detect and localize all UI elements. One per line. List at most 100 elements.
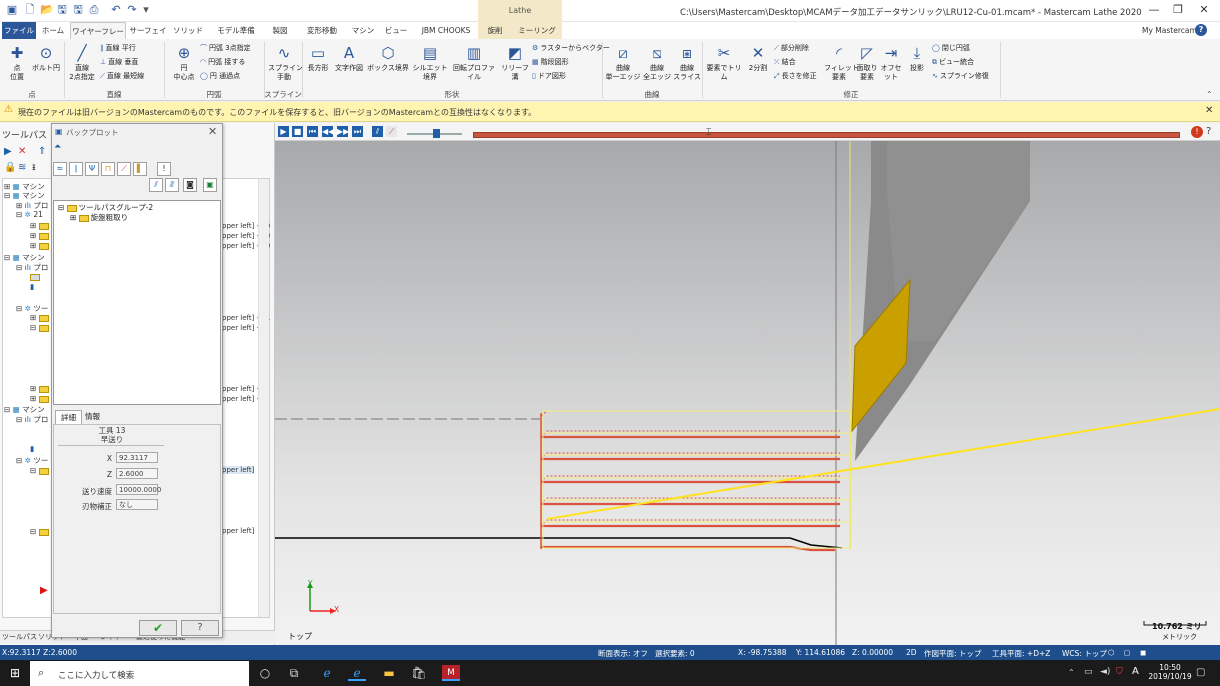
- post-icon[interactable]: ᵻ: [32, 162, 36, 173]
- line-parallel-button[interactable]: ∥ 直線 平行: [100, 43, 136, 53]
- ribbon-collapse-icon[interactable]: ⌃: [1206, 90, 1213, 99]
- mastercam-taskbar-icon[interactable]: M: [442, 665, 460, 681]
- task-view-icon[interactable]: ⧉: [285, 665, 303, 681]
- status-section-view[interactable]: 断面表示: オフ: [598, 648, 648, 659]
- lock-icon[interactable]: 🔒: [4, 162, 16, 173]
- edge-icon[interactable]: ℯ: [318, 665, 336, 681]
- deselect-icon[interactable]: ✕: [18, 146, 26, 157]
- restore-icon[interactable]: ❐: [1166, 2, 1190, 18]
- tree-item-op[interactable]: ⊟: [30, 323, 51, 332]
- status-wire-icon[interactable]: ◻: [1124, 648, 1130, 657]
- stop-icon[interactable]: ■: [292, 126, 303, 137]
- circle-edge-button[interactable]: ◯ 円 通過点: [200, 71, 240, 81]
- bounding-box-button[interactable]: ⬡ ボックス境界: [366, 44, 410, 73]
- tab-model-prep[interactable]: モデル準備: [210, 22, 262, 39]
- graphics-viewport[interactable]: [275, 141, 1220, 645]
- view-merge-button[interactable]: ⧉ ビュー統合: [932, 57, 974, 67]
- partial-delete-button[interactable]: ⟋ 部分削除: [774, 43, 809, 53]
- tab-machine[interactable]: マシン: [348, 22, 378, 39]
- spline-manual-button[interactable]: ∿ スプライン 手動: [268, 44, 303, 82]
- play-icon[interactable]: ▶: [278, 126, 289, 137]
- save-geometry-icon[interactable]: ▣: [203, 178, 217, 192]
- stop-alert-icon[interactable]: !: [1191, 126, 1203, 138]
- divide-two-button[interactable]: ✕ 2分割: [744, 44, 772, 73]
- regenerate-icon[interactable]: ⇑: [38, 146, 46, 157]
- tree-item-file[interactable]: [30, 272, 42, 281]
- text-button[interactable]: A 文字作図: [332, 44, 366, 73]
- cortana-icon[interactable]: ○: [256, 665, 274, 681]
- help-button[interactable]: ?: [181, 620, 219, 636]
- redo-icon[interactable]: ↷: [126, 4, 138, 16]
- tree-item-op[interactable]: ⊟: [30, 527, 51, 536]
- tree-item-op[interactable]: ⊞: [30, 221, 51, 230]
- curve-slice-button[interactable]: ⧆ 曲線 スライス: [672, 44, 702, 82]
- tab-view[interactable]: ビュー: [380, 22, 412, 39]
- dialog-close-icon[interactable]: ✕: [208, 125, 217, 138]
- rectangle-button[interactable]: ▭ 長方形: [304, 44, 332, 73]
- tab-milling[interactable]: ミーリング: [512, 22, 562, 39]
- save-icon[interactable]: 🖫: [56, 4, 68, 16]
- tray-security-icon[interactable]: ⛉: [1116, 667, 1123, 677]
- display-stock-icon[interactable]: ▌: [133, 162, 147, 176]
- playback-progress-track[interactable]: [473, 132, 1180, 138]
- tab-turning[interactable]: 旋削: [478, 22, 512, 39]
- taskbar-clock[interactable]: 10:50 2019/10/19: [1148, 663, 1192, 681]
- tree-item-op[interactable]: ⊞: [30, 384, 51, 393]
- tab-details[interactable]: 詳細: [55, 410, 82, 424]
- chamfer-element-button[interactable]: ◸ 面取り 要素: [854, 44, 880, 82]
- tree-item-op[interactable]: ⊞: [30, 231, 51, 240]
- geometry-icon[interactable]: ⫽: [149, 178, 163, 192]
- qat-dropdown-icon[interactable]: ▾: [140, 4, 152, 16]
- stair-button[interactable]: ▦ 階段図形: [532, 57, 569, 67]
- explorer-icon[interactable]: ▬: [380, 665, 398, 681]
- step-forward-icon[interactable]: ▶▶: [337, 126, 349, 137]
- backplot-op-row[interactable]: ⊞ 旋盤粗取り: [70, 212, 128, 223]
- store-icon[interactable]: 🛍: [410, 665, 428, 681]
- ok-button[interactable]: ✔: [139, 620, 177, 636]
- display-rapid-icon[interactable]: ⊓: [101, 162, 115, 176]
- collapse-up-icon[interactable]: ⏶: [54, 142, 61, 152]
- project-button[interactable]: ⤓ 投影: [904, 44, 930, 73]
- display-holder-icon[interactable]: Ψ: [85, 162, 99, 176]
- status-mode[interactable]: 2D: [906, 648, 917, 657]
- trim-element-button[interactable]: ✂ 要素でトリム: [704, 44, 744, 82]
- tab-jbm-chooks[interactable]: JBM CHOOKS: [416, 22, 476, 39]
- camera-icon[interactable]: ◙: [183, 178, 197, 192]
- tree-item-group[interactable]: ⊟ ✲ ツー: [16, 455, 48, 466]
- status-tplane[interactable]: 工具平面: +D+Z: [992, 648, 1050, 659]
- tree-item-op[interactable]: ⊟: [30, 466, 51, 475]
- tab-file[interactable]: ファイル: [2, 22, 36, 39]
- tree-item-tool[interactable]: ▮: [30, 282, 34, 291]
- fillet-element-button[interactable]: ◜ フィレット 要素: [824, 44, 859, 82]
- raster-vector-button[interactable]: ⚙ ラスターからベクター: [532, 43, 610, 53]
- point-position-button[interactable]: ✚ 点 位置: [4, 44, 30, 82]
- tree-item-op[interactable]: ⊞: [30, 241, 51, 250]
- forward-end-icon[interactable]: ⏭: [352, 126, 363, 137]
- bolt-circle-button[interactable]: ⊙ ボルト円: [32, 44, 60, 73]
- tab-drafting[interactable]: 製図: [264, 22, 296, 39]
- tab-transform[interactable]: 変形移動: [300, 22, 344, 39]
- door-button[interactable]: ▯ ドア図形: [532, 71, 566, 81]
- tree-item-op[interactable]: ⊞: [30, 313, 51, 322]
- new-file-icon[interactable]: 🗋: [24, 4, 36, 16]
- tab-toolpaths[interactable]: ツールパス: [2, 632, 37, 642]
- trace-mode-icon[interactable]: ⫽: [372, 126, 383, 137]
- relief-groove-button[interactable]: ◩ リリーフ溝: [498, 44, 532, 82]
- modify-length-button[interactable]: ⤢ 長さを修正: [774, 71, 817, 81]
- tree-item-tool[interactable]: ▮: [30, 444, 34, 453]
- tree-item-op[interactable]: ⊞: [30, 394, 51, 403]
- mastercam-logo-icon[interactable]: ▣: [6, 4, 18, 16]
- speed-slider-knob[interactable]: [433, 129, 440, 138]
- silhouette-button[interactable]: ▤ シルエット境界: [410, 44, 450, 82]
- print-icon[interactable]: ⎙: [88, 4, 100, 16]
- ime-indicator[interactable]: A: [1132, 666, 1139, 677]
- select-all-icon[interactable]: ▶: [4, 146, 12, 157]
- display-toolpath-icon[interactable]: ≈: [53, 162, 67, 176]
- help-icon[interactable]: ?: [1195, 24, 1207, 36]
- closed-arc-button[interactable]: ◯ 閉じ円弧: [932, 43, 970, 53]
- display-endpoints-icon[interactable]: ⟋: [117, 162, 131, 176]
- join-button[interactable]: ⤫ 結合: [774, 57, 796, 67]
- close-icon[interactable]: ✕: [1192, 2, 1216, 18]
- minimize-icon[interactable]: —: [1142, 2, 1166, 18]
- tab-info[interactable]: 情報: [80, 410, 105, 424]
